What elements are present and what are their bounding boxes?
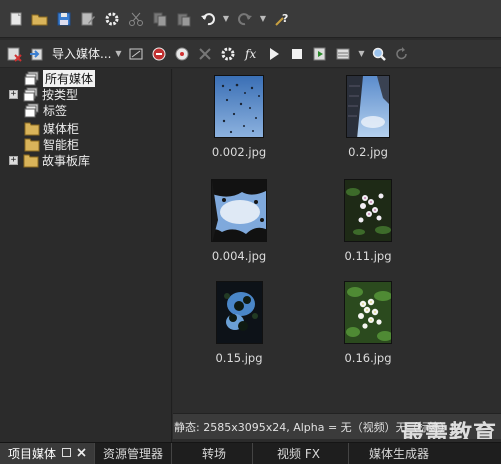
media-item[interactable]: 0.11.jpg bbox=[323, 179, 413, 263]
tab-label: 媒体生成器 bbox=[369, 447, 430, 461]
search-icon[interactable] bbox=[369, 44, 389, 64]
thumbnail-image bbox=[346, 75, 390, 138]
tree-item-label: 所有媒体 bbox=[43, 69, 96, 87]
media-item[interactable]: 0.004.jpg bbox=[194, 179, 284, 263]
tree-item-all-media[interactable]: 所有媒体 bbox=[24, 69, 96, 87]
view-icon[interactable] bbox=[333, 44, 353, 64]
tree-item-label: 故事板库 bbox=[42, 153, 91, 168]
paste-icon[interactable] bbox=[173, 8, 195, 30]
play-icon[interactable] bbox=[264, 44, 284, 64]
thumbnail-image bbox=[215, 281, 263, 344]
media-item[interactable]: 0.002.jpg bbox=[194, 75, 284, 159]
redo-icon[interactable] bbox=[234, 8, 256, 30]
view-dropdown-icon[interactable]: ▼ bbox=[356, 49, 366, 58]
tab-label: 资源管理器 bbox=[103, 447, 164, 461]
save-icon[interactable] bbox=[53, 8, 75, 30]
get-media-icon[interactable] bbox=[149, 44, 169, 64]
media-grid: 0.002.jpg 0.2.jpg 0.004.jpg 0.11.jpg 0.1… bbox=[173, 69, 501, 413]
tree-item-label: 智能柜 bbox=[43, 137, 80, 152]
status-bar: 静态: 2585x3095x24, Alpha = 无（视频）无（标签）J 最需… bbox=[173, 413, 501, 439]
tab-label: 转场 bbox=[202, 447, 227, 461]
tree-item-label: 标签 bbox=[43, 103, 68, 118]
tree-item-media-bins[interactable]: 媒体柜 bbox=[24, 120, 79, 136]
media-filename: 0.16.jpg bbox=[344, 351, 392, 365]
settings-icon[interactable] bbox=[101, 8, 123, 30]
tab-project-media[interactable]: 项目媒体 bbox=[0, 443, 96, 464]
tree-item-label: 媒体柜 bbox=[43, 121, 80, 136]
media-item[interactable]: 0.15.jpg bbox=[194, 281, 284, 365]
expand-icon[interactable]: + bbox=[9, 155, 18, 165]
thumbnail-image bbox=[344, 179, 392, 242]
svg-text:?: ? bbox=[282, 12, 288, 25]
tree-item-storyboard-library[interactable]: + 故事板库 bbox=[9, 152, 90, 168]
main-toolbar: ▼ ▼ ? bbox=[0, 0, 501, 38]
cut-icon[interactable] bbox=[125, 8, 147, 30]
import-media-button[interactable]: 导入媒体... bbox=[52, 45, 111, 62]
watermark-logo: 最需教育 bbox=[401, 421, 497, 439]
media-item[interactable]: 0.2.jpg bbox=[323, 75, 413, 159]
media-filename: 0.004.jpg bbox=[211, 249, 267, 263]
media-bin-icon bbox=[24, 71, 39, 85]
folder-icon bbox=[24, 122, 40, 135]
thumbnail-image bbox=[214, 75, 264, 138]
close-icon[interactable] bbox=[77, 447, 86, 460]
new-file-icon[interactable] bbox=[5, 8, 27, 30]
undo-dropdown-icon[interactable]: ▼ bbox=[221, 14, 231, 23]
tree-item-smart-bins[interactable]: 智能柜 bbox=[24, 136, 79, 152]
media-bin-tree: 所有媒体 + 按类型 标签 媒体柜 智能柜 + 故事板库 bbox=[0, 69, 172, 442]
tree-item-label: 按类型 bbox=[42, 87, 79, 102]
window-tabs: 项目媒体 资源管理器 转场 视频 FX 媒体生成器 bbox=[0, 442, 501, 464]
redo-dropdown-icon[interactable]: ▼ bbox=[258, 14, 268, 23]
properties-icon[interactable] bbox=[77, 8, 99, 30]
media-filename: 0.15.jpg bbox=[215, 351, 263, 365]
help-icon[interactable]: ? bbox=[271, 8, 293, 30]
tab-video-fx[interactable]: 视频 FX bbox=[253, 443, 349, 464]
expand-icon[interactable]: + bbox=[9, 89, 18, 99]
tab-transitions[interactable]: 转场 bbox=[172, 443, 254, 464]
media-filename: 0.2.jpg bbox=[348, 145, 388, 159]
tab-label: 视频 FX bbox=[277, 447, 320, 461]
media-fx-settings-icon[interactable] bbox=[218, 44, 238, 64]
fx-icon[interactable]: fx bbox=[241, 44, 261, 64]
copy-icon[interactable] bbox=[149, 8, 171, 30]
folder-icon bbox=[23, 154, 39, 167]
media-filename: 0.11.jpg bbox=[344, 249, 392, 263]
undo-icon[interactable] bbox=[197, 8, 219, 30]
disc-import-icon[interactable] bbox=[172, 44, 192, 64]
stop-icon[interactable] bbox=[287, 44, 307, 64]
tree-item-by-type[interactable]: + 按类型 bbox=[9, 86, 78, 102]
remove-media-icon[interactable] bbox=[4, 44, 24, 64]
tab-media-generators[interactable]: 媒体生成器 bbox=[349, 443, 459, 464]
media-bin-icon bbox=[23, 87, 38, 101]
delete-icon[interactable] bbox=[195, 44, 215, 64]
svg-text:fx: fx bbox=[244, 47, 256, 61]
media-filename: 0.002.jpg bbox=[211, 145, 267, 159]
import-dropdown-icon[interactable]: ▼ bbox=[113, 49, 123, 58]
thumbnail-image bbox=[344, 281, 392, 344]
import-media-icon[interactable] bbox=[27, 44, 47, 64]
media-bin-icon bbox=[24, 103, 39, 117]
thumbnail-image bbox=[211, 179, 267, 242]
media-toolbar: 导入媒体... ▼ fx ▼ bbox=[0, 40, 501, 68]
media-item[interactable]: 0.16.jpg bbox=[323, 281, 413, 365]
capture-icon[interactable] bbox=[126, 44, 146, 64]
tab-label: 项目媒体 bbox=[8, 447, 57, 461]
folder-icon bbox=[24, 138, 40, 151]
tab-explorer[interactable]: 资源管理器 bbox=[95, 443, 173, 464]
tree-item-tags[interactable]: 标签 bbox=[24, 102, 67, 118]
auto-preview-icon[interactable] bbox=[310, 44, 330, 64]
refresh-icon[interactable] bbox=[392, 44, 412, 64]
open-folder-icon[interactable] bbox=[29, 8, 51, 30]
restore-window-icon[interactable] bbox=[62, 447, 72, 460]
